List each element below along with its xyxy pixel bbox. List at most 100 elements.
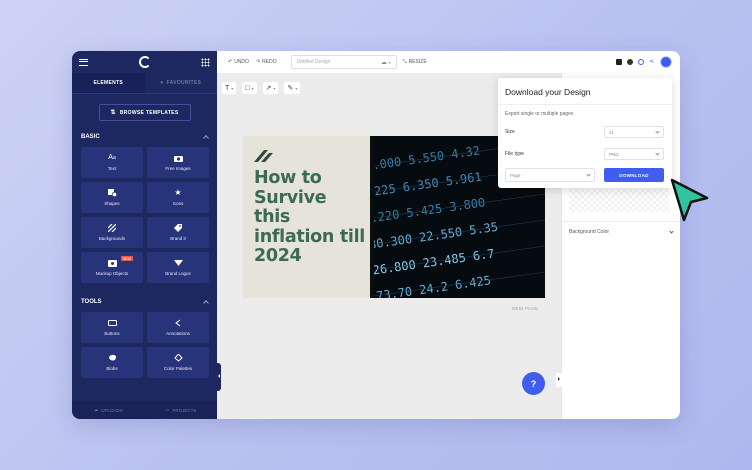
browse-templates-label: BROWSE TEMPLATES — [119, 109, 179, 116]
design-name-input[interactable]: Untitled Design ☁ ▾ — [290, 55, 397, 69]
element-tile-shapes[interactable]: Shapes — [81, 182, 143, 213]
tag-icon — [174, 224, 183, 232]
background-swatch[interactable] — [569, 186, 669, 212]
new-page-label: NEW PAGE — [512, 306, 539, 311]
background-color-label: Background Color — [569, 228, 610, 235]
svg-text:26.800 23.485 6.7: 26.800 23.485 6.7 — [374, 247, 495, 278]
modal-title: Download your Design — [505, 87, 591, 97]
apps-grid-icon[interactable] — [201, 57, 210, 67]
panel-toggle-handle[interactable] — [556, 373, 562, 387]
backgrounds-icon — [108, 224, 117, 232]
text-icon: Aa — [108, 154, 116, 161]
chevron-down-icon — [655, 128, 660, 134]
sidebar-header — [72, 51, 217, 73]
section-tools-title: TOOLS — [81, 299, 102, 305]
tile-label: Backgrounds — [98, 236, 126, 241]
tile-label: Icons — [172, 201, 184, 206]
size-label: Size — [505, 129, 515, 135]
settings-icon[interactable] — [638, 59, 644, 65]
tile-label: Annotations — [166, 331, 190, 336]
shape-tool[interactable]: □ ▾ — [242, 82, 257, 94]
browse-templates-button[interactable]: ⇅ BROWSE TEMPLATES — [98, 104, 191, 121]
text-tool-icon: T — [225, 84, 230, 92]
help-button[interactable]: ? — [522, 372, 545, 395]
tile-label: Brand it — [170, 236, 186, 241]
element-tile-text[interactable]: Aa Text — [81, 147, 143, 178]
tile-label: Blobs — [106, 366, 118, 371]
tab-projects[interactable]: ▭ PROJECTS — [145, 401, 218, 419]
brand-logos-icon — [173, 259, 183, 267]
redo-label: REDO — [262, 59, 277, 65]
sidebar: ELEMENTS ♥ FAVOURITES ⇅ BROWSE TEMPLATES … — [72, 51, 217, 419]
gift-icon[interactable] — [627, 59, 633, 65]
filetype-label: File type — [505, 151, 524, 157]
section-basic-header[interactable]: BASIC — [72, 131, 217, 143]
share-icon[interactable]: ⋖ — [649, 59, 655, 65]
tile-label: Color Palettes — [163, 366, 193, 371]
button-icon — [107, 319, 117, 327]
folder-icon: ▭ — [165, 407, 170, 412]
section-tools-header[interactable]: TOOLS — [72, 296, 217, 308]
heart-icon: ♥ — [160, 80, 164, 86]
tab-favourites-label: FAVOURITES — [166, 80, 202, 86]
svg-text:30.300 22.550 5.35: 30.300 22.550 5.35 — [374, 220, 499, 252]
design-text-panel: How to Survive this inflation till 2024 — [243, 136, 370, 298]
element-tile-brand-logos[interactable]: Brand Logos — [147, 252, 209, 283]
avatar[interactable] — [660, 56, 672, 68]
element-tile-backgrounds[interactable]: Backgrounds — [81, 217, 143, 248]
svg-text:1.225 6.350 5.961: 1.225 6.350 5.961 — [374, 170, 483, 201]
download-button-label: DOWNLOAD — [619, 172, 649, 178]
tool-tile-annotations[interactable]: Annotations — [147, 312, 209, 343]
pen-tool[interactable]: ✎ ▾ — [284, 82, 301, 94]
text-tool[interactable]: T ▾ — [222, 82, 237, 94]
tools-grid: Buttons Annotations Blobs Color Palettes — [72, 308, 217, 378]
tab-elements[interactable]: ELEMENTS — [72, 73, 145, 93]
tool-tile-blobs[interactable]: Blobs — [81, 347, 143, 378]
size-select[interactable]: x1 — [604, 126, 664, 138]
tab-elements-label: ELEMENTS — [93, 80, 124, 86]
element-tile-icons[interactable]: ★ Icons — [147, 182, 209, 213]
resize-label: RESIZE — [408, 59, 427, 65]
page-select[interactable]: Page — [505, 168, 595, 182]
templates-icon: ⇅ — [110, 110, 116, 116]
menu-icon[interactable] — [79, 58, 88, 66]
svg-text:3.220 5.425 3.800: 3.220 5.425 3.800 — [374, 195, 486, 226]
element-tile-brand-it[interactable]: Brand it — [147, 217, 209, 248]
undo-button[interactable]: ↶ UNDO — [228, 59, 249, 65]
basic-elements-grid: Aa Text Free Images Shapes ★ Icons Backg… — [72, 143, 217, 283]
new-page-button[interactable]: NEW PAGE — [512, 306, 538, 311]
brand-mark-icon — [254, 150, 273, 162]
mockup-icon — [107, 259, 117, 267]
tile-label: Mockup Objects — [95, 271, 129, 276]
arrow-tool[interactable]: ↗ ▾ — [262, 82, 279, 94]
sidebar-collapse-handle[interactable] — [215, 363, 221, 391]
page-placeholder: Page — [510, 172, 521, 178]
tool-tile-buttons[interactable]: Buttons — [81, 312, 143, 343]
design-headline: How to Survive this inflation till 2024 — [254, 168, 365, 266]
background-color-row[interactable]: Background Color — [562, 221, 680, 241]
tool-tile-color-palettes[interactable]: Color Palettes — [147, 347, 209, 378]
annotation-icon — [174, 319, 183, 327]
redo-button[interactable]: ↷ REDO — [256, 59, 277, 65]
mortarboard-icon[interactable] — [616, 59, 622, 65]
element-tile-mockup-objects[interactable]: NEW Mockup Objects — [81, 252, 143, 283]
tab-uploads[interactable]: ☁ UPLOADS — [72, 401, 145, 419]
undo-label: UNDO — [234, 59, 249, 65]
filetype-select[interactable]: PNG — [604, 148, 664, 160]
filetype-value: PNG — [609, 151, 619, 157]
tab-favourites[interactable]: ♥ FAVOURITES — [145, 73, 218, 93]
element-tile-free-images[interactable]: Free Images — [147, 147, 209, 178]
svg-text:73.70 24.2 6.425: 73.70 24.2 6.425 — [375, 273, 491, 298]
star-icon: ★ — [174, 188, 182, 197]
chevron-down-icon — [669, 229, 674, 234]
chevron-down-icon: ▾ — [273, 85, 276, 91]
palette-icon — [173, 354, 183, 362]
undo-icon: ↶ — [228, 59, 233, 65]
resize-button[interactable]: ⤡ RESIZE — [403, 59, 427, 65]
chevron-down-icon — [586, 171, 591, 177]
tab-uploads-label: UPLOADS — [101, 407, 123, 413]
chevron-up-icon — [203, 300, 209, 306]
blob-icon — [108, 354, 117, 362]
tile-label: Text — [107, 166, 117, 171]
download-button[interactable]: DOWNLOAD — [604, 168, 664, 182]
